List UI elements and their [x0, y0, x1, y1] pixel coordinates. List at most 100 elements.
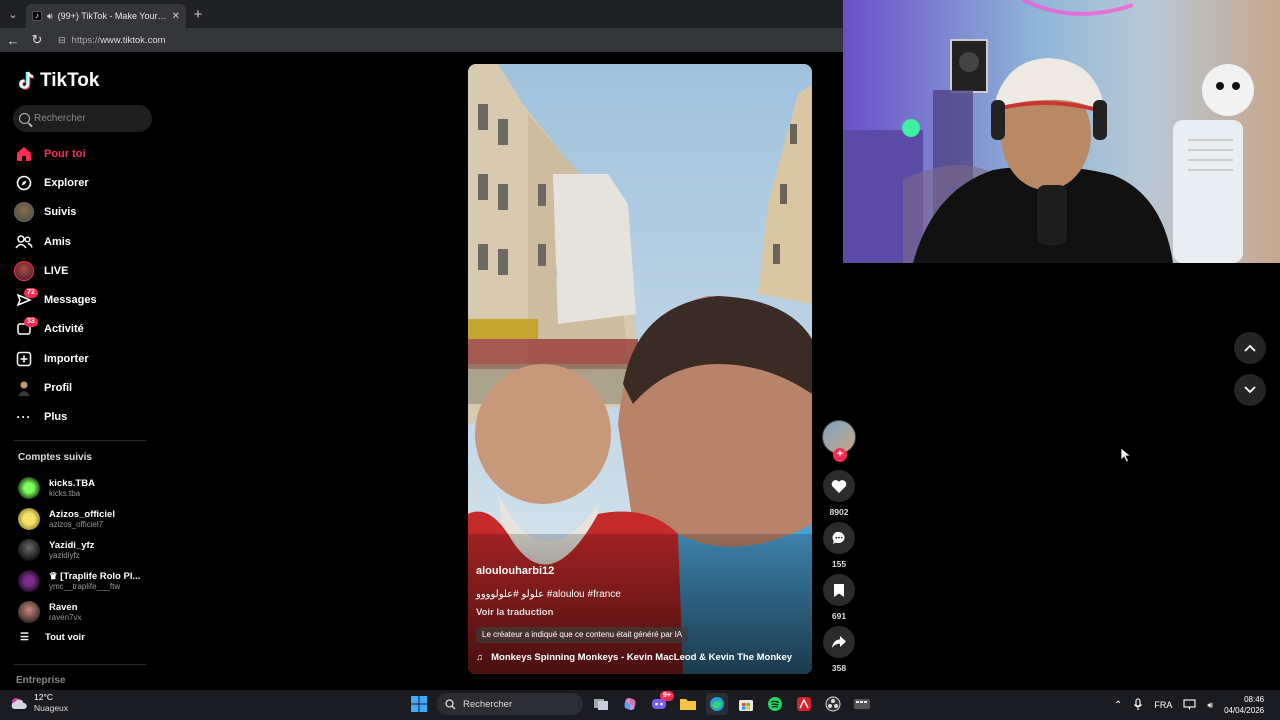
followed-account[interactable]: kicks.TBA kicks.tba [18, 472, 158, 503]
browser-tab-bar: ⌄ ♪ 🔊︎ (99+) TikTok - Make Your Day ✕ + [0, 0, 843, 28]
tiktok-logo[interactable]: TikTok [18, 70, 99, 92]
more-icon: ··· [16, 410, 32, 425]
task-view-icon[interactable] [590, 693, 612, 715]
copilot-icon[interactable] [619, 693, 641, 715]
input-language[interactable]: FRA [1154, 700, 1172, 710]
streamlabs-icon[interactable] [851, 693, 873, 715]
video-description: علولو #علولوووو #aloulou #france [476, 589, 621, 600]
volume-icon[interactable]: 🔊︎ [1207, 700, 1213, 711]
chevron-down-icon [1244, 386, 1256, 394]
search-input[interactable] [34, 113, 144, 124]
video-player[interactable]: aloulouharbi12 علولو #علولوووو #aloulou … [468, 64, 812, 674]
bookmark-icon [834, 583, 844, 597]
save-count: 691 [831, 611, 847, 621]
site-info-icon[interactable]: ⊟ [58, 35, 66, 46]
divider [14, 440, 146, 441]
account-name: Yazidi_yfz [49, 539, 95, 551]
taskbar-search[interactable]: Rechercher [437, 693, 583, 715]
account-handle: kicks.tba [49, 488, 81, 498]
nav-item-explorer[interactable]: Explorer [14, 168, 154, 197]
following-avatar [14, 202, 34, 223]
entreprise-section-title[interactable]: Entreprise [16, 675, 65, 686]
chevron-up-icon [1244, 344, 1256, 352]
tab-list-chevron-icon[interactable]: ⌄ [0, 0, 26, 28]
followed-account[interactable]: Raven raven7vx [18, 596, 158, 627]
discord-icon[interactable]: 9+ [648, 691, 674, 715]
previous-video-button[interactable] [1234, 332, 1266, 364]
chevron-up-icon[interactable]: ⌃ [1114, 700, 1122, 711]
creator-avatar[interactable]: + [822, 420, 856, 462]
follow-plus-icon[interactable]: + [833, 448, 847, 462]
share-count: 358 [831, 663, 847, 673]
main-nav: Pour toi Explorer Suivis Amis LIVE 72 Me… [14, 139, 154, 432]
nav-item-suivis[interactable]: Suivis [14, 198, 154, 227]
new-tab-button[interactable]: + [186, 6, 210, 23]
upload-icon [14, 349, 34, 369]
followed-accounts-list: kicks.TBA kicks.tba Azizos_officiel azizos… [18, 472, 158, 627]
share-button[interactable] [823, 626, 855, 658]
followed-account[interactable]: Azizos_officiel azizos_officiel7 [18, 503, 158, 534]
reload-icon[interactable]: ↻ [30, 32, 44, 48]
messages-icon: 72 [14, 288, 38, 310]
clock[interactable]: 08:46 04/04/2026 [1224, 694, 1264, 716]
close-tab-icon[interactable]: ✕ [172, 11, 180, 22]
windows-taskbar: 12°C Nuageux Rechercher 9+ ⌃ FRA 🔊︎ 08:4… [0, 690, 1280, 720]
system-tray: ⌃ FRA 🔊︎ 08:46 04/04/2026 [1114, 690, 1264, 720]
save-button[interactable] [823, 574, 855, 606]
comment-button[interactable] [823, 522, 855, 554]
like-button[interactable] [823, 470, 855, 502]
next-video-button[interactable] [1234, 374, 1266, 406]
microphone-icon[interactable] [1133, 697, 1143, 713]
nav-item-pour-toi[interactable]: Pour toi [14, 139, 154, 168]
tiktok-note-icon [18, 71, 35, 90]
friends-icon [14, 232, 34, 252]
nav-item-profil[interactable]: Profil [14, 373, 154, 402]
profile-avatar [14, 378, 34, 398]
address-bar[interactable]: ⊟ https://www.tiktok.com [54, 31, 834, 49]
nav-label: LIVE [44, 264, 69, 277]
account-handle: azizos_officiel7 [49, 519, 104, 529]
ai-generated-label: Le créateur a indiqué que ce contenu éta… [476, 627, 689, 643]
nav-item-amis[interactable]: Amis [14, 227, 154, 256]
acrobat-icon[interactable] [793, 693, 815, 715]
edge-browser-icon[interactable] [706, 693, 728, 715]
clock-date: 04/04/2026 [1224, 706, 1265, 715]
network-icon[interactable] [1183, 698, 1196, 712]
see-all-button[interactable]: ☰ Tout voir [20, 632, 85, 643]
spotify-icon[interactable] [764, 693, 786, 715]
url-scheme: https:// [71, 34, 101, 46]
nav-label: Profil [44, 382, 73, 395]
followed-account[interactable]: ♛ [Traplife Rolo Pl... ymc__traplife___ft… [18, 565, 158, 596]
search-box[interactable] [13, 105, 152, 132]
nav-item-activite[interactable]: 33 Activité [14, 315, 154, 344]
windows-logo-icon [411, 696, 427, 712]
nav-item-plus[interactable]: ··· Plus [14, 403, 154, 432]
taskbar-apps: Rechercher 9+ [408, 691, 873, 715]
weather-condition: Nuageux [34, 703, 69, 713]
activity-icon: 33 [14, 317, 38, 339]
search-icon [19, 113, 30, 124]
video-author[interactable]: aloulouharbi12 [476, 565, 554, 577]
avatar [18, 600, 40, 623]
weather-widget[interactable]: 12°C Nuageux [10, 692, 68, 714]
music-track[interactable]: ♫ Monkeys Spinning Monkeys - Kevin MacLe… [476, 652, 792, 663]
account-name: Azizos_officiel [49, 508, 115, 520]
mouse-cursor-icon [1120, 447, 1132, 463]
translate-link[interactable]: Voir la traduction [476, 607, 553, 618]
nav-item-messages[interactable]: 72 Messages [14, 285, 154, 314]
streamer-webcam [843, 0, 1280, 263]
heart-icon [831, 479, 847, 493]
compass-icon [14, 173, 34, 193]
start-button[interactable] [408, 693, 430, 715]
browser-tab[interactable]: ♪ 🔊︎ (99+) TikTok - Make Your Day ✕ [26, 4, 186, 28]
store-icon[interactable] [735, 693, 757, 715]
nav-item-live[interactable]: LIVE [14, 256, 154, 285]
nav-label: Importer [44, 352, 89, 365]
obs-icon[interactable] [822, 693, 844, 715]
back-icon[interactable]: ← [6, 33, 20, 48]
nav-item-importer[interactable]: Importer [14, 344, 154, 373]
followed-account[interactable]: Yazidi_yfz yazidiyfz [18, 534, 158, 565]
file-explorer-icon[interactable] [677, 693, 699, 715]
messages-badge: 72 [24, 288, 38, 299]
speaker-icon[interactable]: 🔊︎ [47, 11, 53, 22]
